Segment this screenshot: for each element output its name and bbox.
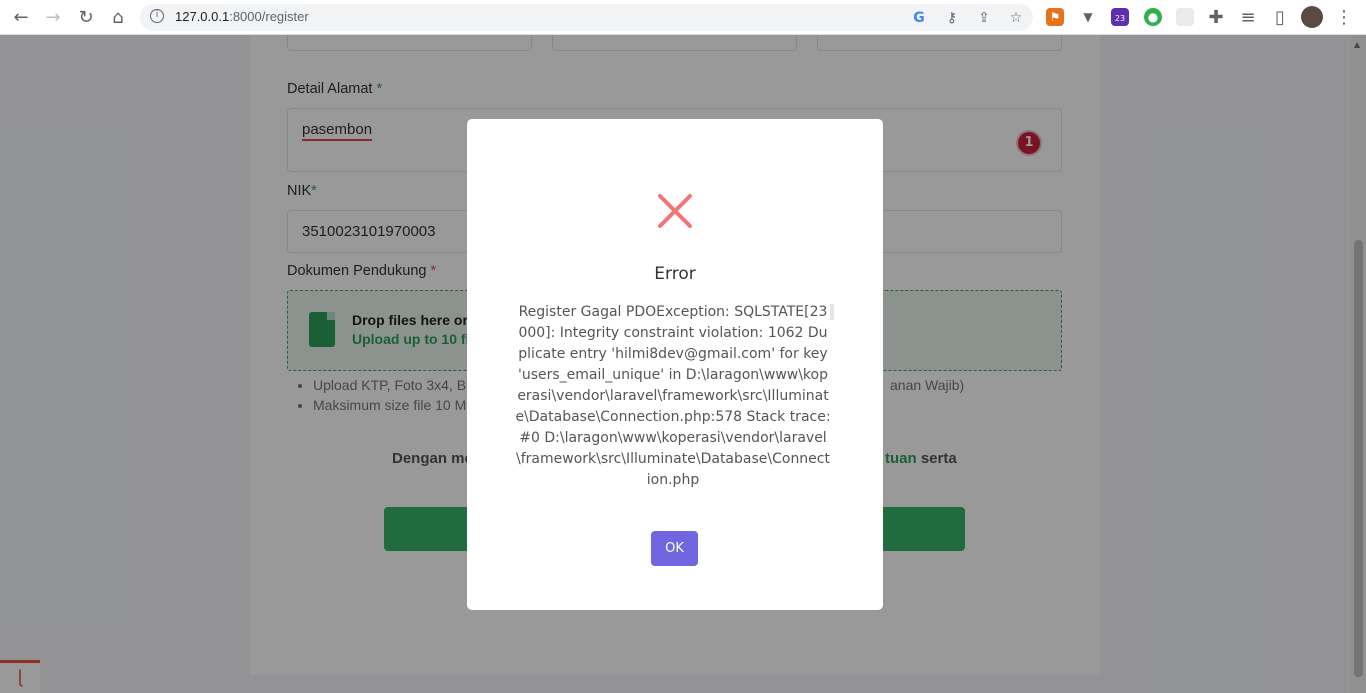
side-panel-icon[interactable]: ▯: [1268, 6, 1292, 30]
message-scrollbar[interactable]: [830, 304, 834, 320]
bookmark-star-icon[interactable]: ☆: [1007, 9, 1025, 27]
menu-kebab-icon[interactable]: ⋮: [1332, 6, 1356, 30]
browser-toolbar: ← → ↻ ⌂ i 127.0.0.1:8000/register G ⚷ ⇪ …: [0, 0, 1366, 35]
error-dialog: Error Register Gagal PDOException: SQLST…: [467, 119, 883, 610]
home-icon[interactable]: ⌂: [106, 6, 130, 30]
dialog-title: Error: [654, 264, 696, 284]
vue-devtools-icon[interactable]: ▼: [1079, 8, 1097, 26]
address-bar[interactable]: i 127.0.0.1:8000/register G ⚷ ⇪ ☆: [140, 4, 1033, 31]
key-icon[interactable]: ⚷: [943, 9, 961, 27]
site-info-icon[interactable]: i: [150, 9, 164, 23]
blank-extension-icon[interactable]: [1176, 8, 1194, 26]
extension-icon[interactable]: ⚑: [1046, 8, 1064, 26]
forward-icon[interactable]: →: [41, 6, 65, 30]
dialog-message: Register Gagal PDOException: SQLSTATE[23…: [515, 304, 831, 488]
share-icon[interactable]: ⇪: [975, 9, 993, 27]
avatar[interactable]: [1301, 6, 1323, 28]
google-icon[interactable]: G: [910, 9, 928, 27]
media-control-icon[interactable]: ≡: [1236, 6, 1260, 30]
grammar-extension-icon[interactable]: ●: [1144, 8, 1162, 26]
reload-icon[interactable]: ↻: [74, 6, 98, 30]
extensions-puzzle-icon[interactable]: ✚: [1204, 6, 1228, 30]
ok-button[interactable]: OK: [651, 531, 698, 566]
error-x-icon: [658, 194, 692, 228]
back-icon[interactable]: ←: [9, 6, 33, 30]
extension-badge-icon[interactable]: 23: [1111, 8, 1129, 26]
url-text[interactable]: 127.0.0.1:8000/register: [175, 9, 309, 24]
